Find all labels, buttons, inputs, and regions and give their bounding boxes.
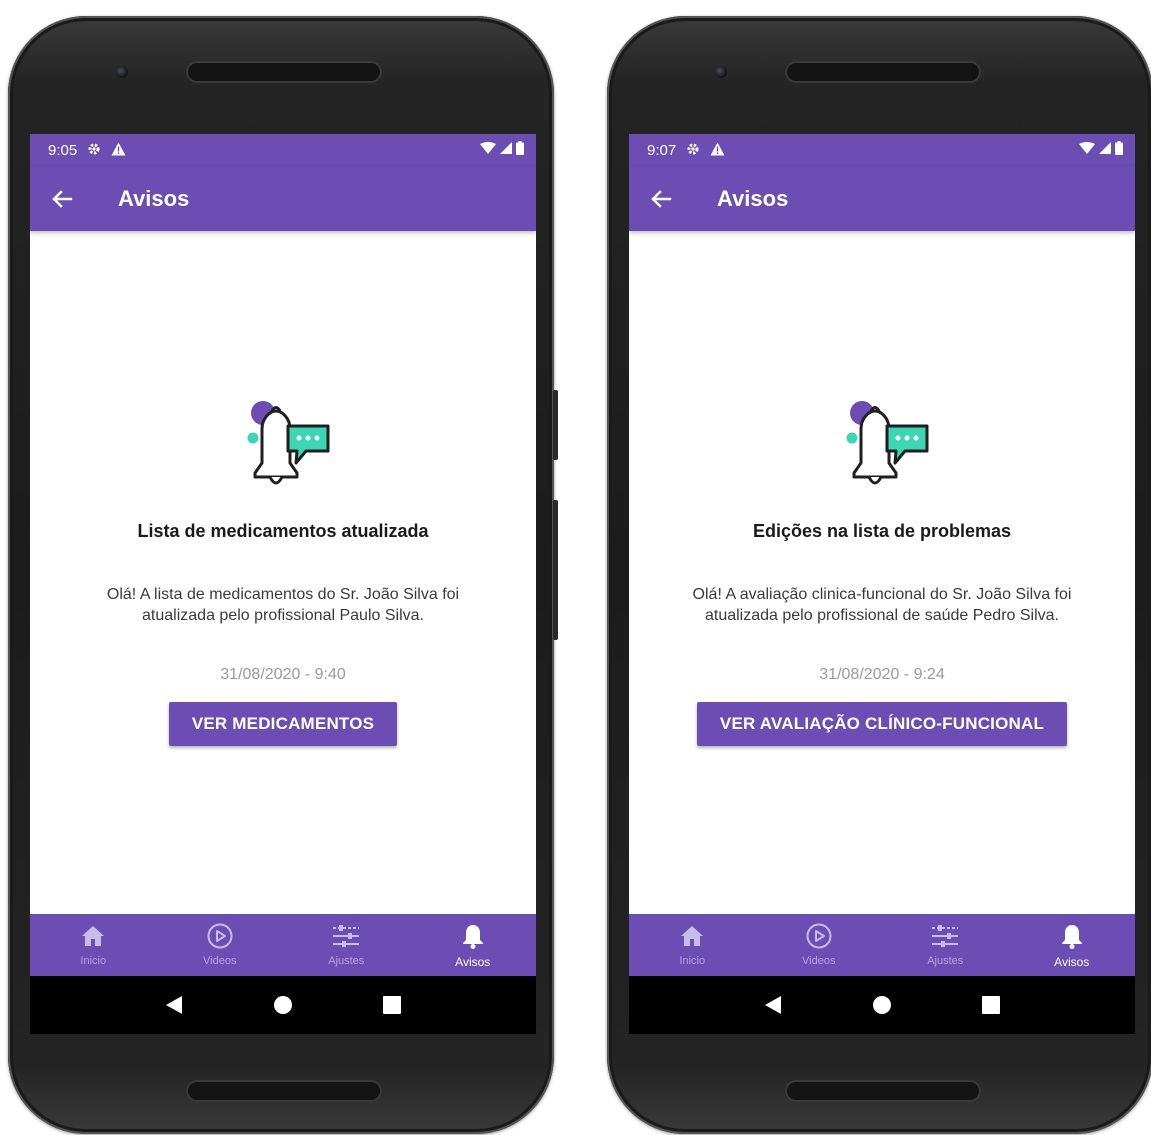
nav-label: Videos — [203, 955, 237, 967]
warning-icon — [111, 142, 126, 159]
phone-left: 9:05 Avisos Lista de medicamentos atuali… — [8, 16, 554, 1134]
sliders-icon — [332, 922, 360, 950]
settings-icon — [87, 142, 101, 159]
nav-item-videos[interactable]: Videos — [157, 914, 284, 976]
nav-label: Ajustes — [328, 955, 365, 967]
nav-label: Videos — [802, 955, 836, 967]
home-icon — [79, 922, 107, 950]
battery-icon — [516, 140, 524, 160]
nav-label: Ajustes — [927, 955, 964, 967]
nav-item-inicio[interactable]: Inicio — [30, 914, 157, 976]
recents-square-icon[interactable] — [377, 990, 407, 1020]
speaker-bottom — [186, 1080, 382, 1102]
view-clinical-assessment-button[interactable]: VER AVALIAÇÃO CLÍNICO-FUNCIONAL — [696, 702, 1068, 746]
app-bar: Avisos — [629, 166, 1135, 231]
view-medications-button[interactable]: VER MEDICAMENTOS — [168, 702, 398, 746]
home-circle-icon[interactable] — [268, 990, 298, 1020]
nav-item-ajustes[interactable]: Ajustes — [882, 914, 1009, 976]
battery-icon — [1115, 140, 1123, 160]
speaker-top — [186, 61, 382, 83]
wifi-icon — [480, 141, 496, 159]
wifi-icon — [1079, 141, 1095, 159]
home-circle-icon[interactable] — [867, 990, 897, 1020]
page-title: Avisos — [717, 185, 789, 211]
nav-item-avisos[interactable]: Avisos — [1009, 914, 1136, 976]
sliders-icon — [931, 922, 959, 950]
front-camera — [116, 66, 128, 78]
signal-icon — [1099, 141, 1111, 159]
system-nav-bar — [30, 976, 536, 1034]
notice-content: Lista de medicamentos atualizada Olá! A … — [30, 231, 536, 914]
signal-icon — [500, 141, 512, 159]
screen-left: 9:05 Avisos Lista de medicamentos atuali… — [30, 134, 536, 1034]
notice-date: 31/08/2020 - 9:40 — [220, 666, 346, 683]
status-time: 9:07 — [647, 141, 677, 159]
back-triangle-icon[interactable] — [758, 990, 788, 1020]
bell-icon — [459, 922, 487, 950]
bell-chat-illustration — [228, 391, 338, 501]
volume-button — [553, 390, 558, 460]
notice-message: Olá! A lista de medicamentos do Sr. João… — [106, 586, 460, 624]
play-circle-icon — [805, 922, 833, 950]
back-arrow-icon[interactable] — [641, 179, 681, 219]
notice-date: 31/08/2020 - 9:24 — [819, 666, 945, 683]
nav-label: Avisos — [1054, 955, 1090, 969]
recents-square-icon[interactable] — [976, 990, 1006, 1020]
warning-icon — [710, 142, 725, 159]
notice-title: Edições na lista de problemas — [752, 521, 1012, 541]
status-bar: 9:05 — [30, 134, 536, 166]
settings-icon — [686, 142, 700, 159]
home-icon — [678, 922, 706, 950]
back-triangle-icon[interactable] — [159, 990, 189, 1020]
nav-item-avisos[interactable]: Avisos — [410, 914, 537, 976]
app-bar: Avisos — [30, 166, 536, 231]
speaker-bottom — [785, 1080, 981, 1102]
back-arrow-icon[interactable] — [42, 179, 82, 219]
nav-item-inicio[interactable]: Inicio — [629, 914, 756, 976]
bottom-nav: Inicio Videos Ajustes Avisos — [629, 914, 1135, 976]
screen-right: 9:07 Avisos Edições na lista de problema… — [629, 134, 1135, 1034]
bell-icon — [1058, 922, 1086, 950]
status-right — [480, 140, 524, 160]
front-camera — [715, 66, 727, 78]
status-time: 9:05 — [48, 141, 78, 159]
system-nav-bar — [629, 976, 1135, 1034]
nav-item-ajustes[interactable]: Ajustes — [283, 914, 410, 976]
phone-right: 9:07 Avisos Edições na lista de problema… — [607, 16, 1151, 1134]
status-right — [1079, 140, 1123, 160]
nav-label: Inicio — [679, 955, 706, 967]
speaker-top — [785, 61, 981, 83]
notice-title: Lista de medicamentos atualizada — [137, 521, 429, 541]
status-bar: 9:07 — [629, 134, 1135, 166]
bell-chat-illustration — [827, 391, 937, 501]
nav-label: Avisos — [455, 955, 491, 969]
play-circle-icon — [206, 922, 234, 950]
notice-content: Edições na lista de problemas Olá! A ava… — [629, 231, 1135, 914]
bottom-nav: Inicio Videos Ajustes Avisos — [30, 914, 536, 976]
notice-message: Olá! A avaliação clinica-funcional do Sr… — [692, 586, 1072, 624]
page-title: Avisos — [118, 185, 190, 211]
power-button — [553, 500, 558, 640]
nav-label: Inicio — [80, 955, 107, 967]
nav-item-videos[interactable]: Videos — [756, 914, 883, 976]
